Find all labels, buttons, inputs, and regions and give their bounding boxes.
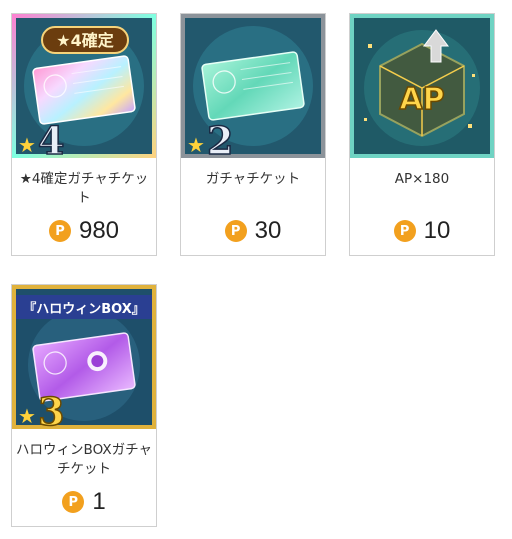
item-name: ハロウィンBOXガチャチケット <box>16 442 152 477</box>
item-price: P 30 <box>181 219 325 243</box>
point-coin-icon: P <box>393 220 416 242</box>
halloween-gacha-ticket-icon: 『ハロウィンBOX』 ★ 3 <box>12 285 156 429</box>
ap-label: AP <box>399 82 444 117</box>
ap-cube-icon: AP <box>350 14 494 158</box>
item-name: ガチャチケット <box>205 171 301 187</box>
svg-text:★: ★ <box>18 133 36 157</box>
item-price: P 1 <box>12 490 156 514</box>
rainbow-gacha-ticket-icon: ★4確定 ★ 4 <box>12 14 156 158</box>
teal-gacha-ticket-icon: ★ 2 <box>181 14 325 158</box>
price-amount: 980 <box>78 217 120 244</box>
shop-item-card[interactable]: ★ 2 ガチャチケット P 30 <box>180 13 326 256</box>
price-amount: 10 <box>423 217 451 244</box>
item-name: ★4確定ガチャチケット <box>19 171 149 206</box>
price-amount: 30 <box>254 217 282 244</box>
shop-item-card[interactable]: 『ハロウィンBOX』 ★ 3 ハロウィンBOXガチャチケット P 1 <box>11 284 157 527</box>
point-coin-icon: P <box>62 491 85 513</box>
rarity-label: 3 <box>38 389 64 429</box>
event-badge: 『ハロウィンBOX』 <box>23 301 145 317</box>
item-name: AP×180 <box>394 171 450 187</box>
point-coin-icon: P <box>48 220 71 242</box>
svg-text:★: ★ <box>187 133 205 157</box>
guaranteed-badge: ★4確定 <box>56 31 113 50</box>
item-price: P 980 <box>12 219 156 243</box>
point-coin-icon: P <box>224 220 247 242</box>
rarity-label: 2 <box>207 118 233 158</box>
svg-text:★: ★ <box>18 404 36 428</box>
shop-item-card[interactable]: ★4確定 ★ 4 ★4確定ガチャチケット P 980 <box>11 13 157 256</box>
shop-item-card[interactable]: AP AP×180 P 10 <box>349 13 495 256</box>
item-price: P 10 <box>350 219 494 243</box>
rarity-label: 4 <box>38 118 64 158</box>
price-amount: 1 <box>92 488 106 515</box>
